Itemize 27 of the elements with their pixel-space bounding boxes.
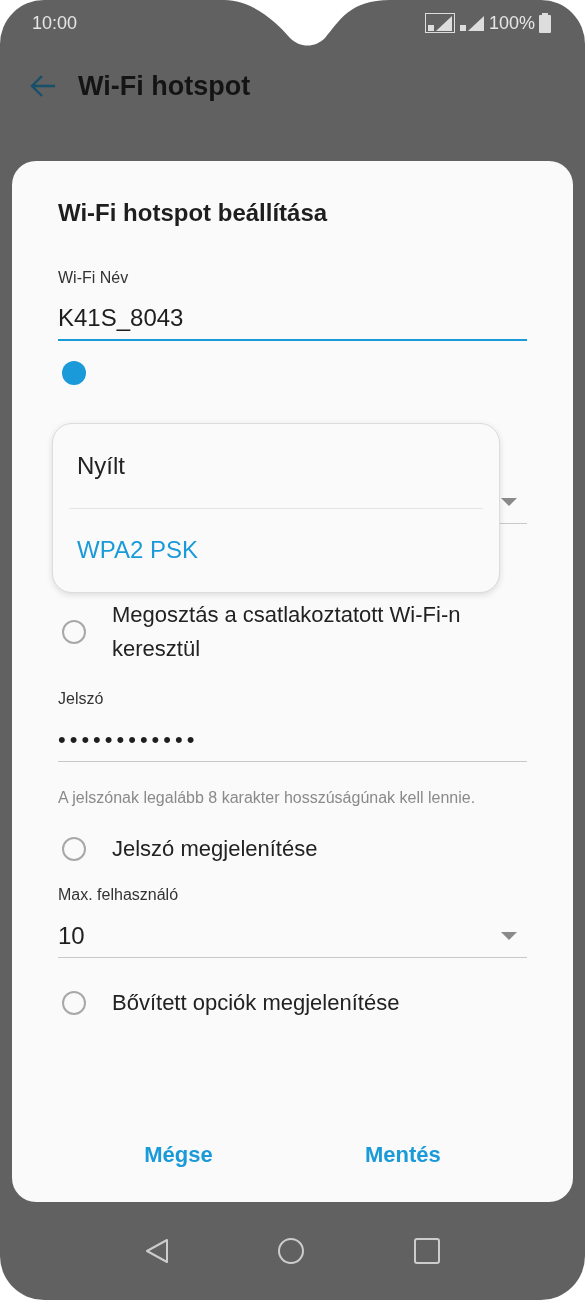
dropdown-field[interactable]: 10 [58,914,527,958]
sim-signal-icon [424,13,455,33]
home-icon[interactable] [278,1238,305,1264]
battery-icon [539,13,551,33]
screen-title: Wi-Fi hotspot [78,70,251,102]
radio-button[interactable] [62,837,86,861]
field-label: Wi-Fi Név [58,269,129,287]
helper-text: A jelszónak legalább 8 karakter hosszúságúnak kell lennie. [58,788,477,808]
clock: 10:00 [32,12,78,34]
sim-signal-icon [458,13,485,33]
field-label: Max. felhasználó [58,886,179,904]
radio-button[interactable] [62,991,86,1015]
option-label: Bővített opciók megjelenítése [112,989,400,1017]
option-label: Megosztás a csatlakoztatott Wi-Fi-n keresztül [112,601,462,663]
radio-button[interactable] [62,620,86,644]
dialog-title: Wi-Fi hotspot beállítása [58,199,329,227]
caret-icon [501,497,517,506]
password-field[interactable]: •••••••••••• [58,718,527,762]
recents-icon[interactable] [414,1238,441,1264]
input-field[interactable]: K41S_8043 [58,297,527,341]
back-icon[interactable] [144,1238,169,1264]
option-label: Jelszó megjelenítése [112,835,318,863]
menu-item[interactable]: Nyílt [69,424,483,508]
caret-icon [501,931,517,940]
field-label: Jelszó [58,690,104,708]
battery-level: 100% [488,12,535,34]
checkbox[interactable] [62,361,86,385]
